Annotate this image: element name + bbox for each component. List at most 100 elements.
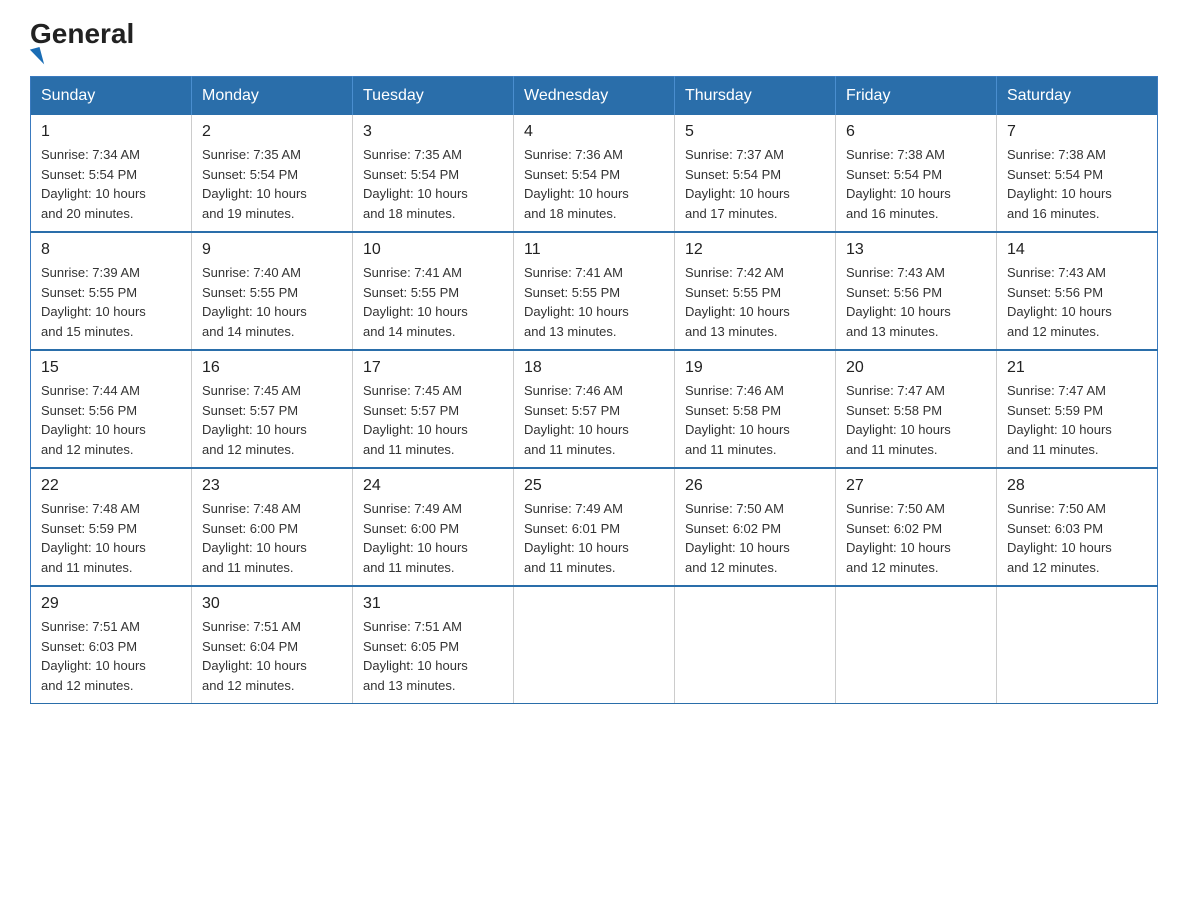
day-number: 31 [363, 595, 503, 613]
calendar-cell: 10 Sunrise: 7:41 AM Sunset: 5:55 PM Dayl… [353, 232, 514, 350]
weekday-header-friday: Friday [836, 77, 997, 116]
logo: General [30, 20, 134, 66]
day-info: Sunrise: 7:48 AM Sunset: 6:00 PM Dayligh… [202, 499, 342, 577]
calendar-cell: 5 Sunrise: 7:37 AM Sunset: 5:54 PM Dayli… [675, 115, 836, 232]
calendar-week-row: 1 Sunrise: 7:34 AM Sunset: 5:54 PM Dayli… [31, 115, 1158, 232]
day-info: Sunrise: 7:40 AM Sunset: 5:55 PM Dayligh… [202, 263, 342, 341]
calendar-cell [836, 586, 997, 704]
day-number: 29 [41, 595, 181, 613]
day-number: 28 [1007, 477, 1147, 495]
logo-general-text: General [30, 20, 134, 48]
day-number: 25 [524, 477, 664, 495]
day-number: 27 [846, 477, 986, 495]
day-info: Sunrise: 7:51 AM Sunset: 6:04 PM Dayligh… [202, 617, 342, 695]
day-number: 21 [1007, 359, 1147, 377]
day-number: 1 [41, 123, 181, 141]
calendar-cell: 2 Sunrise: 7:35 AM Sunset: 5:54 PM Dayli… [192, 115, 353, 232]
day-info: Sunrise: 7:35 AM Sunset: 5:54 PM Dayligh… [202, 145, 342, 223]
weekday-header-saturday: Saturday [997, 77, 1158, 116]
day-info: Sunrise: 7:51 AM Sunset: 6:05 PM Dayligh… [363, 617, 503, 695]
day-info: Sunrise: 7:50 AM Sunset: 6:02 PM Dayligh… [685, 499, 825, 577]
page-header: General [30, 20, 1158, 66]
calendar-cell: 8 Sunrise: 7:39 AM Sunset: 5:55 PM Dayli… [31, 232, 192, 350]
day-number: 12 [685, 241, 825, 259]
day-number: 30 [202, 595, 342, 613]
calendar-cell: 24 Sunrise: 7:49 AM Sunset: 6:00 PM Dayl… [353, 468, 514, 586]
day-number: 9 [202, 241, 342, 259]
day-number: 19 [685, 359, 825, 377]
calendar-cell [997, 586, 1158, 704]
day-info: Sunrise: 7:42 AM Sunset: 5:55 PM Dayligh… [685, 263, 825, 341]
day-number: 24 [363, 477, 503, 495]
day-number: 13 [846, 241, 986, 259]
day-number: 5 [685, 123, 825, 141]
day-info: Sunrise: 7:46 AM Sunset: 5:57 PM Dayligh… [524, 381, 664, 459]
day-info: Sunrise: 7:35 AM Sunset: 5:54 PM Dayligh… [363, 145, 503, 223]
calendar-cell: 15 Sunrise: 7:44 AM Sunset: 5:56 PM Dayl… [31, 350, 192, 468]
day-number: 23 [202, 477, 342, 495]
day-info: Sunrise: 7:48 AM Sunset: 5:59 PM Dayligh… [41, 499, 181, 577]
day-info: Sunrise: 7:50 AM Sunset: 6:03 PM Dayligh… [1007, 499, 1147, 577]
day-info: Sunrise: 7:41 AM Sunset: 5:55 PM Dayligh… [524, 263, 664, 341]
day-number: 10 [363, 241, 503, 259]
day-number: 7 [1007, 123, 1147, 141]
day-info: Sunrise: 7:36 AM Sunset: 5:54 PM Dayligh… [524, 145, 664, 223]
calendar-week-row: 15 Sunrise: 7:44 AM Sunset: 5:56 PM Dayl… [31, 350, 1158, 468]
day-info: Sunrise: 7:34 AM Sunset: 5:54 PM Dayligh… [41, 145, 181, 223]
calendar-cell: 20 Sunrise: 7:47 AM Sunset: 5:58 PM Dayl… [836, 350, 997, 468]
day-number: 8 [41, 241, 181, 259]
calendar-cell: 9 Sunrise: 7:40 AM Sunset: 5:55 PM Dayli… [192, 232, 353, 350]
day-info: Sunrise: 7:45 AM Sunset: 5:57 PM Dayligh… [363, 381, 503, 459]
day-number: 6 [846, 123, 986, 141]
day-info: Sunrise: 7:43 AM Sunset: 5:56 PM Dayligh… [846, 263, 986, 341]
calendar-cell: 6 Sunrise: 7:38 AM Sunset: 5:54 PM Dayli… [836, 115, 997, 232]
day-number: 26 [685, 477, 825, 495]
day-info: Sunrise: 7:39 AM Sunset: 5:55 PM Dayligh… [41, 263, 181, 341]
calendar-cell: 1 Sunrise: 7:34 AM Sunset: 5:54 PM Dayli… [31, 115, 192, 232]
calendar-cell: 27 Sunrise: 7:50 AM Sunset: 6:02 PM Dayl… [836, 468, 997, 586]
day-info: Sunrise: 7:46 AM Sunset: 5:58 PM Dayligh… [685, 381, 825, 459]
calendar-cell: 14 Sunrise: 7:43 AM Sunset: 5:56 PM Dayl… [997, 232, 1158, 350]
day-info: Sunrise: 7:50 AM Sunset: 6:02 PM Dayligh… [846, 499, 986, 577]
calendar-cell: 7 Sunrise: 7:38 AM Sunset: 5:54 PM Dayli… [997, 115, 1158, 232]
calendar-cell: 29 Sunrise: 7:51 AM Sunset: 6:03 PM Dayl… [31, 586, 192, 704]
day-info: Sunrise: 7:51 AM Sunset: 6:03 PM Dayligh… [41, 617, 181, 695]
day-number: 11 [524, 241, 664, 259]
calendar-cell: 19 Sunrise: 7:46 AM Sunset: 5:58 PM Dayl… [675, 350, 836, 468]
day-number: 20 [846, 359, 986, 377]
calendar-cell [514, 586, 675, 704]
weekday-header-row: SundayMondayTuesdayWednesdayThursdayFrid… [31, 77, 1158, 116]
calendar-cell: 13 Sunrise: 7:43 AM Sunset: 5:56 PM Dayl… [836, 232, 997, 350]
day-number: 18 [524, 359, 664, 377]
day-info: Sunrise: 7:47 AM Sunset: 5:59 PM Dayligh… [1007, 381, 1147, 459]
calendar-cell: 31 Sunrise: 7:51 AM Sunset: 6:05 PM Dayl… [353, 586, 514, 704]
calendar-cell: 3 Sunrise: 7:35 AM Sunset: 5:54 PM Dayli… [353, 115, 514, 232]
day-number: 16 [202, 359, 342, 377]
logo-triangle-icon [30, 47, 44, 67]
calendar-cell: 23 Sunrise: 7:48 AM Sunset: 6:00 PM Dayl… [192, 468, 353, 586]
day-number: 15 [41, 359, 181, 377]
calendar-week-row: 29 Sunrise: 7:51 AM Sunset: 6:03 PM Dayl… [31, 586, 1158, 704]
day-info: Sunrise: 7:37 AM Sunset: 5:54 PM Dayligh… [685, 145, 825, 223]
day-number: 22 [41, 477, 181, 495]
day-number: 2 [202, 123, 342, 141]
calendar-cell: 28 Sunrise: 7:50 AM Sunset: 6:03 PM Dayl… [997, 468, 1158, 586]
calendar-cell: 21 Sunrise: 7:47 AM Sunset: 5:59 PM Dayl… [997, 350, 1158, 468]
calendar-cell: 17 Sunrise: 7:45 AM Sunset: 5:57 PM Dayl… [353, 350, 514, 468]
day-number: 4 [524, 123, 664, 141]
weekday-header-thursday: Thursday [675, 77, 836, 116]
weekday-header-sunday: Sunday [31, 77, 192, 116]
day-info: Sunrise: 7:38 AM Sunset: 5:54 PM Dayligh… [846, 145, 986, 223]
day-info: Sunrise: 7:43 AM Sunset: 5:56 PM Dayligh… [1007, 263, 1147, 341]
weekday-header-monday: Monday [192, 77, 353, 116]
day-info: Sunrise: 7:38 AM Sunset: 5:54 PM Dayligh… [1007, 145, 1147, 223]
day-number: 17 [363, 359, 503, 377]
day-info: Sunrise: 7:44 AM Sunset: 5:56 PM Dayligh… [41, 381, 181, 459]
day-info: Sunrise: 7:49 AM Sunset: 6:01 PM Dayligh… [524, 499, 664, 577]
calendar-cell: 16 Sunrise: 7:45 AM Sunset: 5:57 PM Dayl… [192, 350, 353, 468]
day-info: Sunrise: 7:47 AM Sunset: 5:58 PM Dayligh… [846, 381, 986, 459]
calendar-cell: 4 Sunrise: 7:36 AM Sunset: 5:54 PM Dayli… [514, 115, 675, 232]
calendar-week-row: 22 Sunrise: 7:48 AM Sunset: 5:59 PM Dayl… [31, 468, 1158, 586]
day-number: 14 [1007, 241, 1147, 259]
calendar-table: SundayMondayTuesdayWednesdayThursdayFrid… [30, 76, 1158, 704]
